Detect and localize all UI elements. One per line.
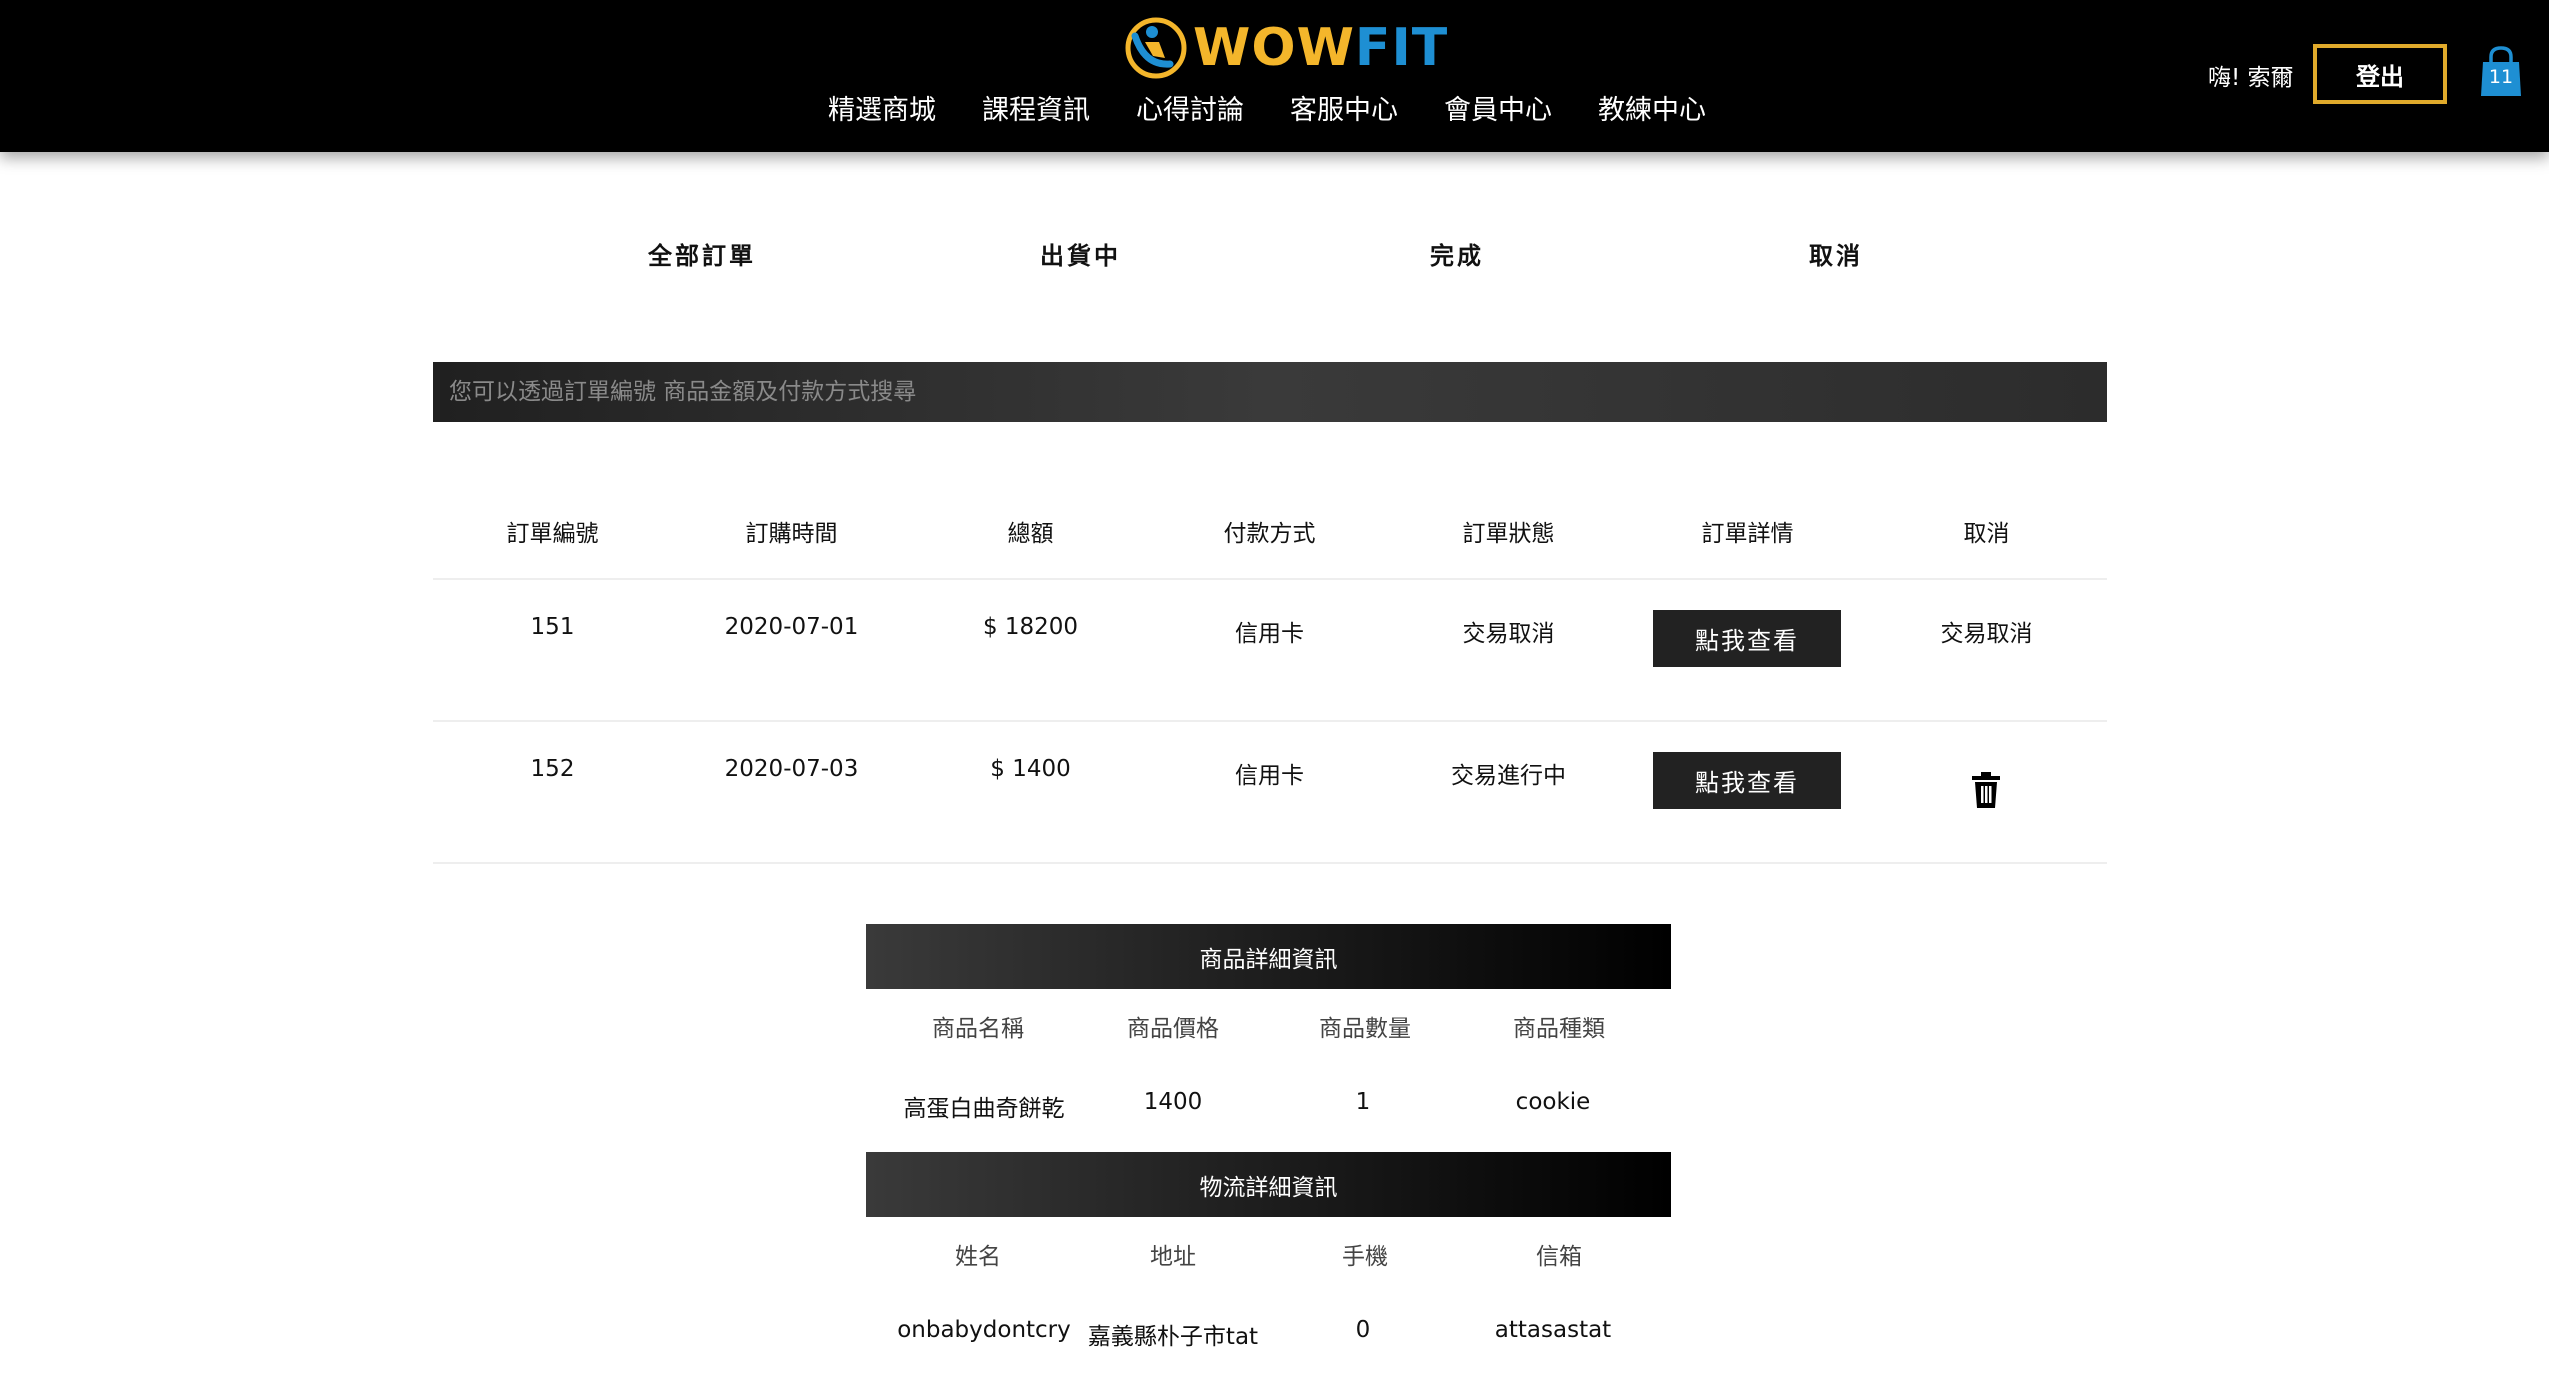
column-header-order-id: 訂單編號 <box>506 521 599 547</box>
product-name: 高蛋白曲奇餅乾 <box>903 1096 1065 1122</box>
nav-item-shop[interactable]: 精選商城 <box>828 88 936 127</box>
order-status: 交易進行中 <box>1451 763 1566 789</box>
column-header-payment: 付款方式 <box>1223 521 1316 547</box>
cart-button[interactable]: 11 <box>2479 46 2523 98</box>
column-header-total: 總額 <box>1007 521 1054 547</box>
order-search-input[interactable] <box>447 378 2093 406</box>
nav-item-discussion[interactable]: 心得討論 <box>1136 88 1244 127</box>
product-column-name: 商品名稱 <box>932 1016 1024 1042</box>
order-payment: 信用卡 <box>1235 621 1304 647</box>
order-total: $ 1400 <box>990 756 1071 782</box>
orders-table: 訂單編號 訂購時間 總額 付款方式 訂單狀態 訂單詳情 取消 151 2020-… <box>433 490 2107 864</box>
tab-completed[interactable]: 完成 <box>1430 236 1484 271</box>
shipping-address: 嘉義縣朴子市tat <box>1087 1324 1259 1350</box>
shipping-column-name: 姓名 <box>955 1244 1001 1270</box>
shipping-detail-title: 物流詳細資訊 <box>866 1152 1671 1217</box>
shipping-email: attasastat <box>1494 1317 1612 1343</box>
column-header-cancel: 取消 <box>1963 521 2010 547</box>
tab-all-orders[interactable]: 全部訂單 <box>648 236 756 271</box>
column-header-order-date: 訂購時間 <box>745 521 838 547</box>
main-nav: 精選商城 課程資訊 心得討論 客服中心 會員中心 教練中心 <box>0 88 2549 127</box>
nav-item-coach[interactable]: 教練中心 <box>1598 88 1706 127</box>
table-header-row: 訂單編號 訂購時間 總額 付款方式 訂單狀態 訂單詳情 取消 <box>433 490 2107 580</box>
top-header: WOWFIT 精選商城 課程資訊 心得討論 客服中心 會員中心 教練中心 嗨! … <box>0 0 2549 152</box>
table-row: 151 2020-07-01 $ 18200 信用卡 交易取消 點我查看 交易取… <box>433 580 2107 722</box>
product-detail-title: 商品詳細資訊 <box>866 924 1671 989</box>
order-date: 2020-07-01 <box>724 614 859 640</box>
logo-figure-icon <box>1125 17 1187 79</box>
nav-item-support[interactable]: 客服中心 <box>1290 88 1398 127</box>
product-category: cookie <box>1515 1089 1591 1115</box>
order-id: 152 <box>530 756 575 782</box>
view-order-detail-button[interactable]: 點我查看 <box>1653 752 1841 809</box>
order-id: 151 <box>530 614 575 640</box>
product-column-quantity: 商品數量 <box>1319 1016 1411 1042</box>
order-date: 2020-07-03 <box>724 756 859 782</box>
cart-count-badge: 11 <box>2488 66 2514 88</box>
user-greeting: 嗨! 索爾 <box>2208 65 2294 91</box>
logout-button[interactable]: 登出 <box>2313 44 2447 104</box>
product-column-category: 商品種類 <box>1513 1016 1605 1042</box>
shipping-column-address: 地址 <box>1150 1244 1196 1270</box>
order-status: 交易取消 <box>1462 621 1555 647</box>
product-price: 1400 <box>1143 1089 1203 1115</box>
order-total: $ 18200 <box>982 614 1079 640</box>
logo-text-fit: FIT <box>1354 18 1449 78</box>
product-quantity: 1 <box>1355 1089 1371 1115</box>
order-cancel-status: 交易取消 <box>1940 621 2033 647</box>
nav-item-courses[interactable]: 課程資訊 <box>982 88 1090 127</box>
trash-icon[interactable] <box>1971 772 2001 808</box>
shipping-column-email: 信箱 <box>1536 1244 1582 1270</box>
view-order-detail-button[interactable]: 點我查看 <box>1653 610 1841 667</box>
tab-cancelled[interactable]: 取消 <box>1809 236 1863 271</box>
wowfit-logo[interactable]: WOWFIT <box>1125 14 1448 82</box>
tab-shipping[interactable]: 出貨中 <box>1040 236 1121 271</box>
logo-text-wow: WOW <box>1193 18 1355 78</box>
table-row: 152 2020-07-03 $ 1400 信用卡 交易進行中 點我查看 <box>433 722 2107 864</box>
shipping-phone: 0 <box>1355 1317 1371 1343</box>
nav-item-member[interactable]: 會員中心 <box>1444 88 1552 127</box>
product-column-price: 商品價格 <box>1127 1016 1219 1042</box>
shipping-recipient-name: onbabydontcry <box>897 1317 1071 1343</box>
shipping-column-phone: 手機 <box>1342 1244 1388 1270</box>
column-header-detail: 訂單詳情 <box>1701 521 1794 547</box>
order-tabs: 全部訂單 出貨中 完成 取消 <box>0 236 2549 272</box>
column-header-status: 訂單狀態 <box>1462 521 1555 547</box>
order-payment: 信用卡 <box>1235 763 1304 789</box>
order-search-bar <box>433 362 2107 422</box>
